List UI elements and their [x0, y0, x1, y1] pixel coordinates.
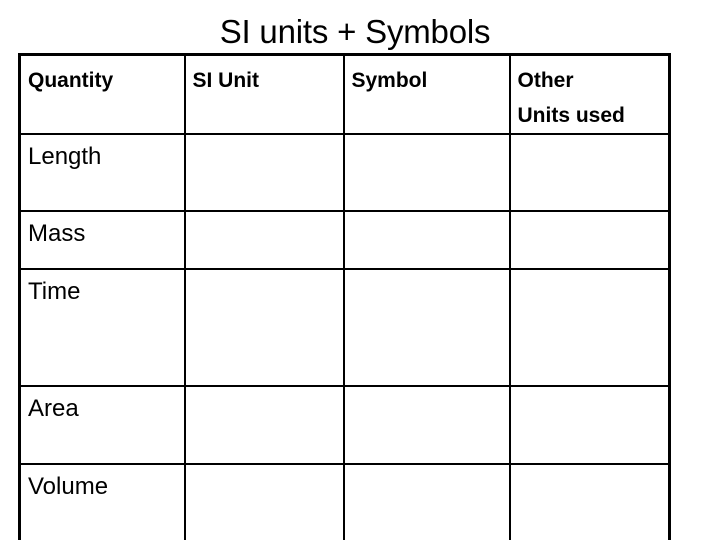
cell-symbol[interactable]	[342, 268, 511, 387]
column-header-si-unit-label: SI Unit	[192, 69, 260, 92]
column-header-other-units-line2: Units used	[517, 104, 625, 127]
cell-other-units[interactable]	[508, 463, 671, 540]
cell-quantity-label: Time	[28, 278, 81, 305]
cell-symbol-value	[345, 212, 509, 220]
cell-si-unit[interactable]	[183, 463, 345, 540]
table-header-row: Quantity SI Unit Symbol Other Units used	[18, 53, 671, 135]
page-title: SI units + Symbols	[219, 13, 491, 50]
cell-symbol-value	[345, 387, 509, 395]
slide-canvas: SI units + Symbols Quantity SI Unit Symb…	[0, 0, 720, 540]
cell-si-unit-value	[186, 387, 343, 395]
column-header-si-unit: SI Unit	[183, 53, 345, 135]
table-row: Volume	[18, 463, 671, 540]
column-header-quantity-label: Quantity	[28, 69, 114, 92]
cell-si-unit[interactable]	[183, 385, 345, 465]
column-header-quantity: Quantity	[18, 53, 186, 135]
cell-other-units-value	[511, 135, 669, 143]
cell-si-unit[interactable]	[183, 268, 345, 387]
cell-quantity: Time	[18, 268, 186, 387]
column-header-symbol: Symbol	[342, 53, 511, 135]
cell-quantity-label: Area	[28, 395, 79, 422]
cell-si-unit[interactable]	[183, 210, 345, 270]
cell-quantity: Length	[18, 133, 186, 212]
cell-si-unit-value	[186, 135, 343, 143]
cell-si-unit[interactable]	[183, 133, 345, 212]
cell-other-units-value	[511, 387, 669, 395]
table-row: Area	[18, 385, 671, 465]
cell-other-units-value	[511, 465, 669, 473]
cell-quantity-label: Length	[28, 143, 102, 170]
cell-si-unit-value	[186, 465, 343, 473]
cell-si-unit-value	[186, 270, 343, 278]
cell-other-units[interactable]	[508, 210, 671, 270]
column-header-symbol-label: Symbol	[351, 69, 428, 92]
table-row: Mass	[18, 210, 671, 270]
cell-other-units-value	[511, 270, 669, 278]
cell-symbol[interactable]	[342, 463, 511, 540]
table-row: Length	[18, 133, 671, 212]
cell-symbol[interactable]	[342, 210, 511, 270]
cell-quantity: Mass	[18, 210, 186, 270]
cell-other-units-value	[511, 212, 669, 220]
cell-symbol-value	[345, 135, 509, 143]
table-row: Time	[18, 268, 671, 387]
column-header-other-units: Other Units used	[508, 53, 671, 135]
cell-other-units[interactable]	[508, 385, 671, 465]
cell-quantity: Volume	[18, 463, 186, 540]
cell-quantity: Area	[18, 385, 186, 465]
cell-si-unit-value	[186, 212, 343, 220]
cell-symbol[interactable]	[342, 385, 511, 465]
si-units-table: Quantity SI Unit Symbol Other Units used…	[18, 53, 671, 540]
column-header-other-units-line1: Other	[517, 69, 574, 92]
cell-other-units[interactable]	[508, 268, 671, 387]
cell-symbol-value	[345, 270, 509, 278]
cell-other-units[interactable]	[508, 133, 671, 212]
cell-symbol[interactable]	[342, 133, 511, 212]
cell-symbol-value	[345, 465, 509, 473]
cell-quantity-label: Volume	[28, 473, 109, 500]
cell-quantity-label: Mass	[28, 220, 86, 247]
